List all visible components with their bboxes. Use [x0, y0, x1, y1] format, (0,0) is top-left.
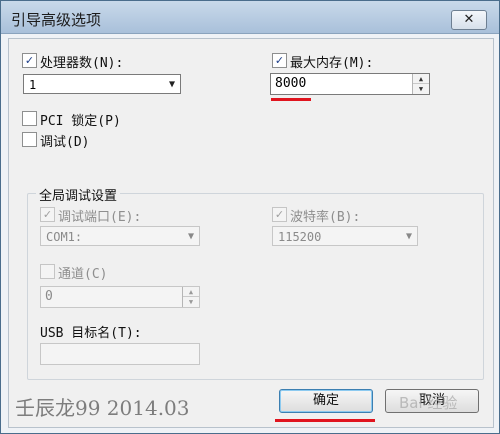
processors-value: 1	[29, 78, 37, 92]
chevron-down-icon: ▼	[168, 79, 175, 90]
check-icon: ✓	[274, 208, 285, 221]
debug-label: 调试(D)	[40, 135, 90, 150]
debug-port-dropdown[interactable]: COM1: ▼	[40, 226, 200, 246]
channel-label: 通道(C)	[58, 267, 108, 282]
check-icon: ✓	[274, 54, 285, 67]
processors-dropdown[interactable]: 1 ▼	[23, 74, 181, 94]
max-memory-spinbox[interactable]: 8000 ▲ ▼	[270, 73, 430, 95]
channel-value: 0	[45, 289, 53, 304]
debug-checkbox[interactable]	[22, 132, 37, 147]
annotation-underline	[275, 419, 375, 422]
debug-port-checkbox[interactable]: ✓	[40, 207, 55, 222]
annotation-underline	[271, 98, 311, 101]
baud-rate-checkbox[interactable]: ✓	[272, 207, 287, 222]
processors-label: 处理器数(N):	[40, 56, 124, 71]
max-memory-value: 8000	[275, 76, 307, 91]
channel-checkbox[interactable]	[40, 264, 55, 279]
check-icon: ✓	[42, 208, 53, 221]
processors-checkbox[interactable]: ✓	[22, 53, 37, 68]
dialog-title: 引导高级选项	[11, 11, 102, 29]
check-icon: ✓	[24, 54, 35, 67]
baud-rate-label: 波特率(B):	[290, 210, 361, 225]
advanced-boot-options-dialog: 引导高级选项 ✕ ✓ 处理器数(N): 1 ▼ ✓ 最大内存(M): 8000 …	[0, 0, 500, 434]
max-memory-spin-buttons: ▲ ▼	[412, 74, 429, 94]
spin-up-icon[interactable]: ▲	[413, 74, 429, 84]
baud-rate-dropdown[interactable]: 115200 ▼	[272, 226, 418, 246]
debug-port-value: COM1:	[46, 230, 83, 244]
max-memory-checkbox[interactable]: ✓	[272, 53, 287, 68]
spin-down-icon[interactable]: ▼	[413, 84, 429, 94]
close-icon: ✕	[463, 12, 475, 27]
spin-up-icon[interactable]: ▲	[183, 287, 199, 297]
baud-rate-value: 115200	[278, 230, 322, 244]
debug-port-label: 调试端口(E):	[58, 210, 142, 225]
max-memory-label: 最大内存(M):	[290, 56, 374, 71]
dialog-body: ✓ 处理器数(N): 1 ▼ ✓ 最大内存(M): 8000 ▲ ▼ PCI 锁…	[8, 38, 494, 428]
close-button[interactable]: ✕	[451, 10, 487, 30]
signature-overlay: 壬辰龙99 2014.03	[15, 396, 190, 420]
global-debug-title: 全局调试设置	[36, 185, 121, 204]
baidu-watermark: Bai 经验	[399, 394, 458, 412]
pci-lock-checkbox[interactable]	[22, 111, 37, 126]
chevron-down-icon: ▼	[187, 231, 194, 242]
ok-button[interactable]: 确定	[279, 389, 373, 413]
usb-target-label: USB 目标名(T):	[40, 326, 142, 341]
pci-lock-label: PCI 锁定(P)	[40, 114, 121, 129]
usb-target-input[interactable]	[40, 343, 200, 365]
channel-spin-buttons: ▲ ▼	[182, 287, 199, 307]
spin-down-icon[interactable]: ▼	[183, 297, 199, 307]
channel-spinbox[interactable]: 0 ▲ ▼	[40, 286, 200, 308]
title-bar: 引导高级选项 ✕	[1, 1, 499, 34]
chevron-down-icon: ▼	[405, 231, 412, 242]
